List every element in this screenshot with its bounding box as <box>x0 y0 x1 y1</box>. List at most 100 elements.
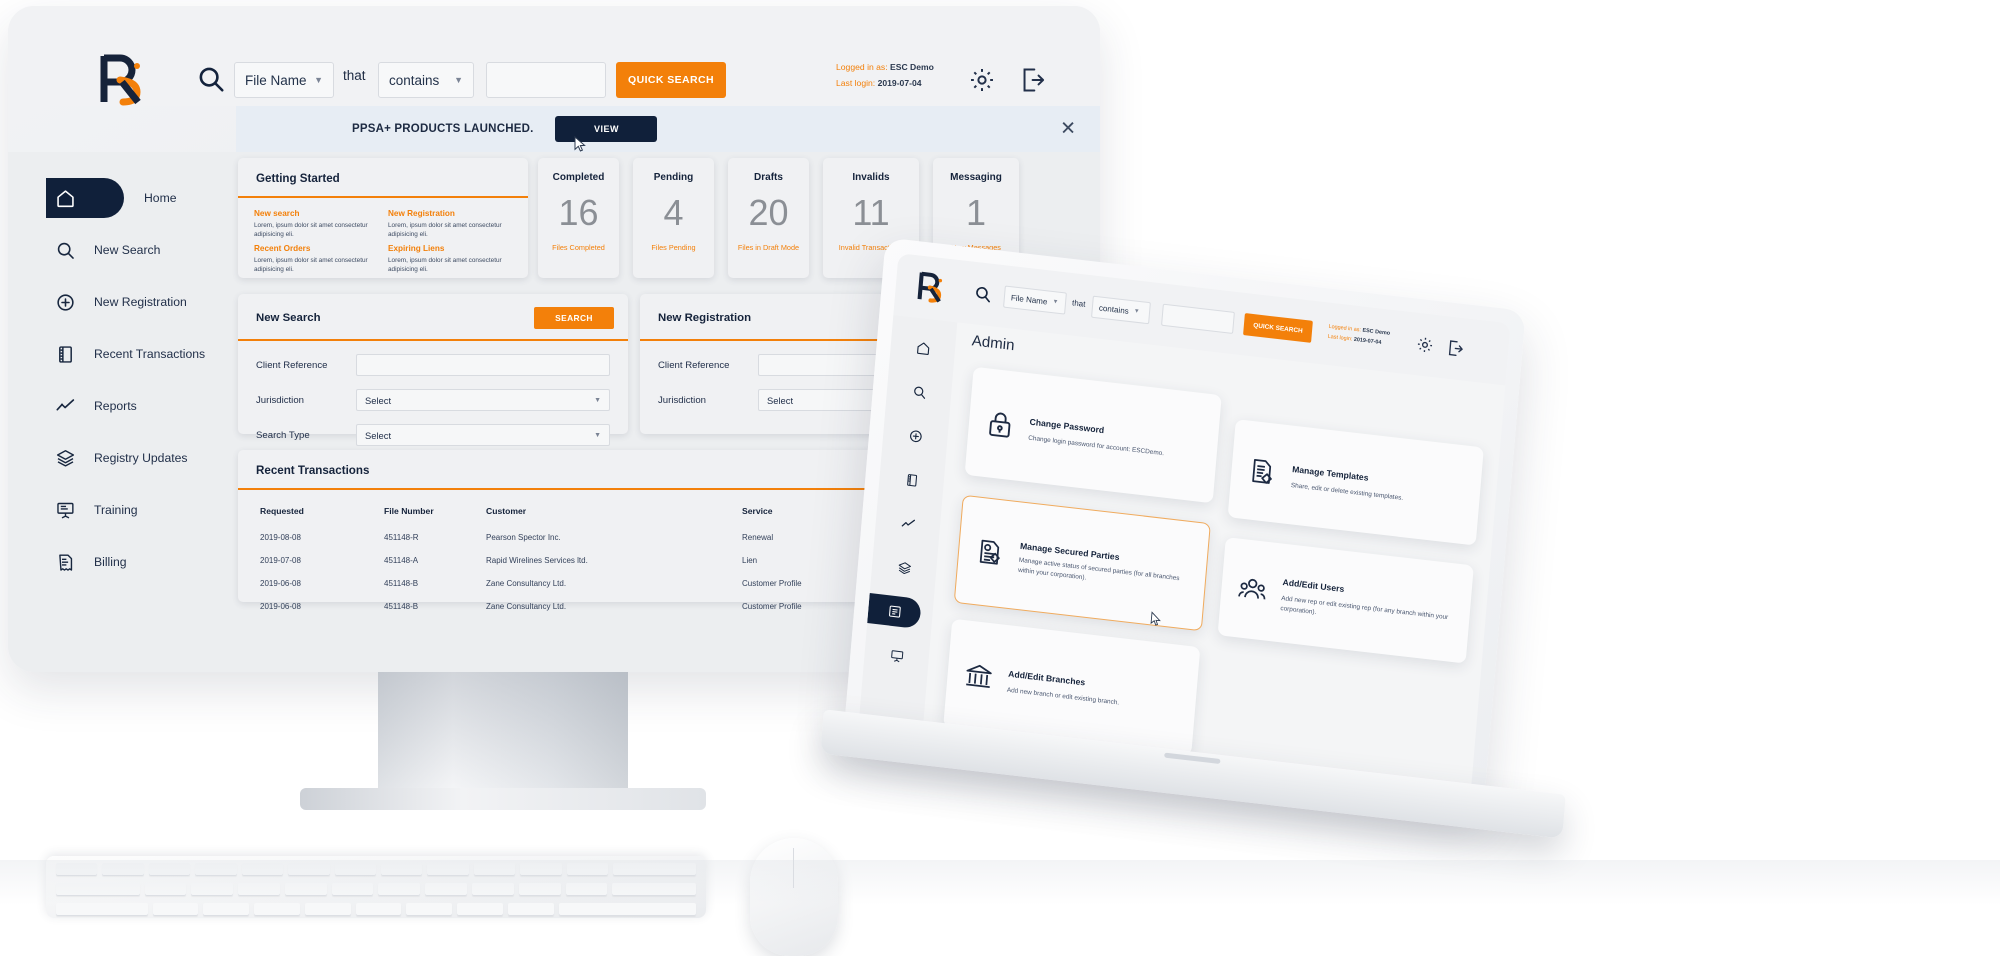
column-header: Customer <box>486 506 527 516</box>
quick-search-button[interactable]: QUICK SEARCH <box>1243 313 1313 343</box>
admin-card-manage-secured-parties[interactable]: Manage Secured Parties Manage active sta… <box>953 494 1211 632</box>
getting-started-item[interactable]: Expiring Liens Lorem, ipsum dolor sit am… <box>388 244 512 275</box>
stat-value: 20 <box>748 192 789 233</box>
chevron-down-icon: ▼ <box>1133 308 1140 316</box>
admin-card-title: Change Password <box>1029 416 1105 436</box>
laptop-sidebar <box>858 315 958 731</box>
bank-icon <box>960 657 997 695</box>
stat-card-pending[interactable]: Pending 4 Files Pending <box>633 158 714 278</box>
sidebar-item-home[interactable]: Home <box>46 178 177 218</box>
stat-value: 1 <box>965 192 987 233</box>
plus-circle-icon <box>46 283 84 321</box>
item-body: Lorem, ipsum dolor sit amet consectetur … <box>388 256 502 273</box>
sidebar-item-new-registration[interactable] <box>890 418 941 454</box>
item-heading: New search <box>254 209 300 218</box>
sidebar-item-recent-transactions[interactable]: Recent Transactions <box>46 334 236 374</box>
cell-customer: Zane Consultancy Ltd. <box>486 579 567 588</box>
sidebar-item-training[interactable]: Training <box>46 490 236 530</box>
accent-rule <box>238 339 628 341</box>
logged-in-line: Logged in as: ESC Demo <box>836 62 934 72</box>
sidebar-item-admin[interactable] <box>867 593 922 630</box>
contract-icon <box>972 533 1009 571</box>
search-icon[interactable] <box>973 284 993 304</box>
monitor-stand-base <box>300 788 706 810</box>
item-body: Lorem, ipsum dolor sit amet consectetur … <box>254 256 368 273</box>
cell-file-number: 451148-B <box>384 602 419 611</box>
gear-icon[interactable] <box>1415 335 1435 355</box>
stat-card-drafts[interactable]: Drafts 20 Files in Draft Mode <box>728 158 809 278</box>
search-operator-select[interactable]: contains ▼ <box>1091 295 1151 325</box>
jurisdiction-select[interactable]: Select ▼ <box>356 389 610 411</box>
stat-card-completed[interactable]: Completed 16 Files Completed <box>538 158 619 278</box>
getting-started-item[interactable]: Recent Orders Lorem, ipsum dolor sit ame… <box>254 244 378 275</box>
getting-started-item[interactable]: New Registration Lorem, ipsum dolor sit … <box>388 209 512 240</box>
jurisdiction-value: Select <box>767 394 794 406</box>
search-icon[interactable] <box>196 64 226 94</box>
chevron-down-icon: ▼ <box>594 396 601 404</box>
admin-card-manage-templates[interactable]: Manage Templates Share, edit or delete e… <box>1227 419 1484 546</box>
admin-icon <box>886 603 902 620</box>
cell-requested: 2019-07-08 <box>260 556 301 565</box>
stat-label: Drafts <box>754 172 783 183</box>
sidebar-item-new-registration[interactable]: New Registration <box>46 282 236 322</box>
cell-customer: Rapid Wirelines Services ltd. <box>486 556 588 565</box>
cell-requested: 2019-06-08 <box>260 579 301 588</box>
getting-started-item[interactable]: New search Lorem, ipsum dolor sit amet c… <box>254 209 378 240</box>
logout-icon[interactable] <box>1018 66 1046 94</box>
search-query-input[interactable] <box>1161 303 1235 334</box>
sidebar-item-billing[interactable]: Billing <box>46 542 236 582</box>
admin-card-change-password[interactable]: Change Password Change login password fo… <box>964 366 1222 504</box>
announcement-text: PPSA+ PRODUCTS LAUNCHED. <box>352 123 534 135</box>
logout-icon[interactable] <box>1445 338 1465 358</box>
new-search-header: New Search SEARCH <box>238 294 628 339</box>
search-type-select[interactable]: Select ▼ <box>356 424 610 446</box>
desk-reflection <box>0 860 2000 905</box>
stat-value: 16 <box>558 192 599 233</box>
search-field-select[interactable]: File Name ▼ <box>234 62 334 98</box>
sidebar-item-new-search[interactable]: New Search <box>46 230 236 270</box>
admin-card-desc: Share, edit or delete existing templates… <box>1290 482 1404 503</box>
field-label: Client Reference <box>256 359 328 371</box>
sidebar-item-registry-updates[interactable] <box>879 550 930 586</box>
new-registration-title: New Registration <box>658 312 752 324</box>
admin-card-desc: Change login password for account: ESCDe… <box>1027 434 1165 458</box>
last-login-line: Last login: 2019-07-04 <box>836 77 922 88</box>
cell-requested: 2019-06-08 <box>260 602 301 611</box>
sidebar-item-recent-transactions[interactable] <box>886 462 937 498</box>
search-field-select[interactable]: File Name ▼ <box>1003 285 1067 315</box>
sidebar-item-reports[interactable]: Reports <box>46 386 236 426</box>
client-reference-input[interactable] <box>356 354 610 376</box>
last-login-value: 2019-07-04 <box>877 77 922 88</box>
admin-card-title: Manage Templates <box>1291 464 1369 483</box>
sidebar-item-training[interactable] <box>871 638 922 674</box>
app-header: File Name ▼ that contains ▼ QUICK SEARCH… <box>8 6 1100 106</box>
home-icon <box>46 179 84 217</box>
search-query-input[interactable] <box>486 62 606 98</box>
laptop-app-header: File Name ▼ that contains ▼ QUICK SEARCH <box>893 253 1511 386</box>
admin-card-desc: Add new rep or edit existing rep (for an… <box>1280 595 1449 622</box>
stat-label: Pending <box>653 172 694 183</box>
sidebar: Home New Search New Registration Recent … <box>8 152 236 672</box>
search-button[interactable]: SEARCH <box>534 307 614 329</box>
search-icon <box>46 231 84 269</box>
sidebar-item-reports[interactable] <box>883 506 934 542</box>
sidebar-item-label: Training <box>94 503 138 517</box>
sidebar-item-new-search[interactable] <box>894 374 945 410</box>
sidebar-item-home[interactable] <box>898 330 949 366</box>
admin-card-text: Add/Edit Branches Add new branch or edit… <box>1006 664 1121 709</box>
search-type-value: Select <box>365 429 392 441</box>
announcement-view-button[interactable]: VIEW <box>555 116 658 142</box>
mouse-cursor-icon <box>574 136 587 152</box>
close-icon[interactable]: ✕ <box>1060 120 1076 139</box>
field-label: Client Reference <box>658 359 730 371</box>
monitor-stand-shading <box>378 672 628 790</box>
sidebar-item-registry-updates[interactable]: Registry Updates <box>46 438 236 478</box>
admin-card-add-edit-users[interactable]: Add/Edit Users Add new rep or edit exist… <box>1217 537 1474 664</box>
admin-card-text: Manage Secured Parties Manage active sta… <box>1018 537 1193 595</box>
cell-file-number: 451148-B <box>384 579 419 588</box>
sidebar-item-label: Billing <box>94 555 127 569</box>
gear-icon[interactable] <box>968 66 996 94</box>
search-operator-select[interactable]: contains ▼ <box>378 62 474 98</box>
field-row-search-type: Search Type Select ▼ <box>238 424 628 446</box>
quick-search-button[interactable]: QUICK SEARCH <box>616 62 726 98</box>
